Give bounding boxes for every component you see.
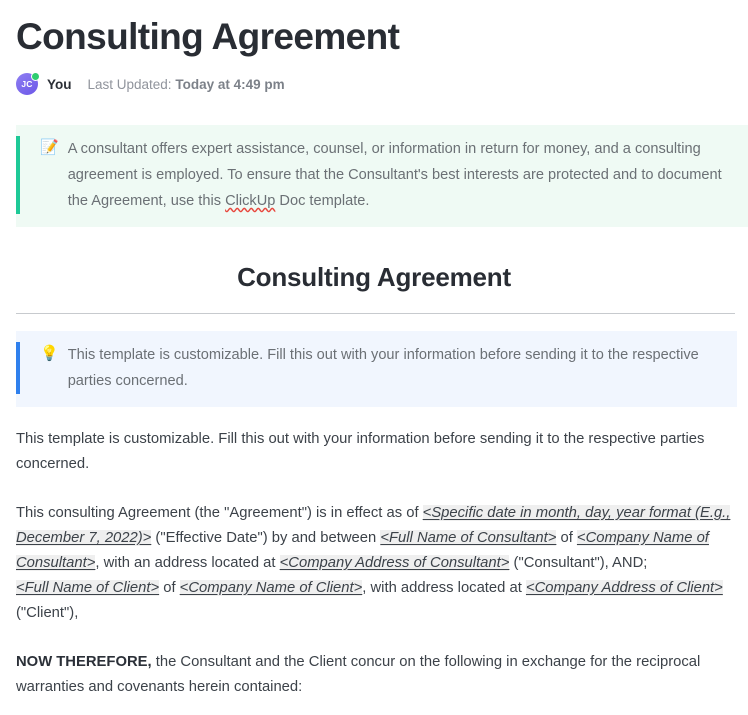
misspelled-word: ClickUp bbox=[225, 193, 276, 209]
avatar[interactable]: JC bbox=[16, 72, 40, 95]
callout-accent-bar bbox=[16, 342, 20, 394]
placeholder-consultant-name[interactable]: <Full Name of Consultant> bbox=[380, 530, 557, 546]
last-updated: Last Updated: Today at 4:49 pm bbox=[88, 77, 285, 92]
online-status-dot bbox=[31, 72, 40, 81]
placeholder-consultant-address[interactable]: <Company Address of Consultant> bbox=[279, 555, 510, 571]
callout-accent-bar bbox=[16, 136, 20, 214]
agreement-of-2: of bbox=[159, 580, 180, 596]
paragraph-agreement: This consulting Agreement (the "Agreemen… bbox=[16, 501, 732, 626]
lightbulb-emoji-icon: 💡 bbox=[40, 345, 59, 362]
agreement-address-1: , with an address located at bbox=[95, 555, 280, 571]
agreement-of-1: of bbox=[556, 530, 577, 546]
placeholder-client-name[interactable]: <Full Name of Client> bbox=[16, 580, 160, 596]
agreement-after-date: ("Effective Date") by and between bbox=[151, 530, 381, 546]
callout-text-after: Doc template. bbox=[275, 193, 370, 209]
placeholder-client-address[interactable]: <Company Address of Client> bbox=[525, 580, 723, 596]
document-page: Consulting Agreement JC You Last Updated… bbox=[0, 0, 748, 715]
agreement-consultant-tail: ("Consultant"), AND; bbox=[509, 555, 648, 571]
author-label: You bbox=[47, 76, 72, 92]
agreement-lead: This consulting Agreement (the "Agreemen… bbox=[16, 505, 423, 521]
document-meta: JC You Last Updated: Today at 4:49 pm bbox=[0, 60, 748, 98]
paragraph-now-therefore: NOW THEREFORE, the Consultant and the Cl… bbox=[16, 650, 732, 700]
last-updated-value: Today at 4:49 pm bbox=[175, 76, 285, 92]
document-body: This template is customizable. Fill this… bbox=[0, 427, 748, 700]
page-title: Consulting Agreement bbox=[16, 16, 400, 57]
now-therefore-lead: NOW THEREFORE, bbox=[16, 654, 152, 670]
last-updated-label: Last Updated: bbox=[87, 76, 172, 92]
agreement-address-2: , with address located at bbox=[362, 580, 526, 596]
callout-text-before: A consultant offers expert assistance, c… bbox=[67, 141, 722, 209]
callout-text: A consultant offers expert assistance, c… bbox=[68, 136, 748, 214]
section-heading: Consulting Agreement bbox=[237, 262, 511, 292]
callout-text: This template is customizable. Fill this… bbox=[67, 347, 699, 389]
info-callout-green: 📝 A consultant offers expert assistance,… bbox=[16, 125, 748, 227]
placeholder-client-company[interactable]: <Company Name of Client> bbox=[179, 580, 363, 596]
tip-callout-blue: 💡 This template is customizable. Fill th… bbox=[16, 331, 737, 407]
agreement-client-tail: ("Client"), bbox=[16, 605, 79, 621]
memo-emoji-icon: 📝 bbox=[40, 139, 59, 156]
paragraph-customizable-note: This template is customizable. Fill this… bbox=[16, 431, 705, 472]
